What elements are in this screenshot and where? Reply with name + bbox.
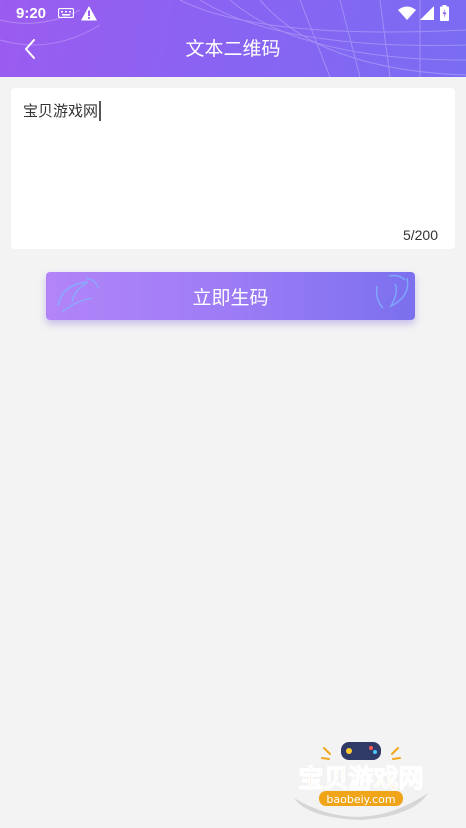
swirl-decoration-right — [375, 274, 409, 309]
generate-button-label: 立即生码 — [192, 286, 269, 309]
text-input-card[interactable]: 宝贝游戏网 5/200 — [11, 88, 455, 249]
site-watermark-logo: 宝贝游戏网 baobeiy.com — [286, 738, 436, 823]
swirl-decoration-left — [57, 277, 99, 313]
text-input-value: 宝贝游戏网 — [23, 102, 99, 120]
app-header: 9:20 文本二维码 — [0, 0, 466, 77]
page-title: 文本二维码 — [185, 38, 281, 60]
char-counter: 5/200 — [402, 227, 438, 243]
gamepad-logo-icon: 宝贝游戏网 baobeiy.com — [294, 742, 428, 820]
status-bar: 9:20 — [0, 0, 466, 28]
watermark-name: 宝贝游戏网 — [298, 764, 423, 793]
generate-code-button[interactable]: 立即生码 — [46, 272, 415, 320]
status-time: 9:20 — [16, 5, 47, 22]
text-input-field[interactable]: 宝贝游戏网 — [23, 100, 102, 122]
text-caret — [99, 101, 102, 121]
warning-icon — [81, 6, 97, 21]
battery-icon — [440, 5, 449, 21]
watermark-url: baobeiy.com — [326, 793, 395, 806]
signal-icon — [420, 6, 434, 20]
keyboard-icon — [58, 8, 74, 18]
wifi-icon — [398, 6, 416, 20]
